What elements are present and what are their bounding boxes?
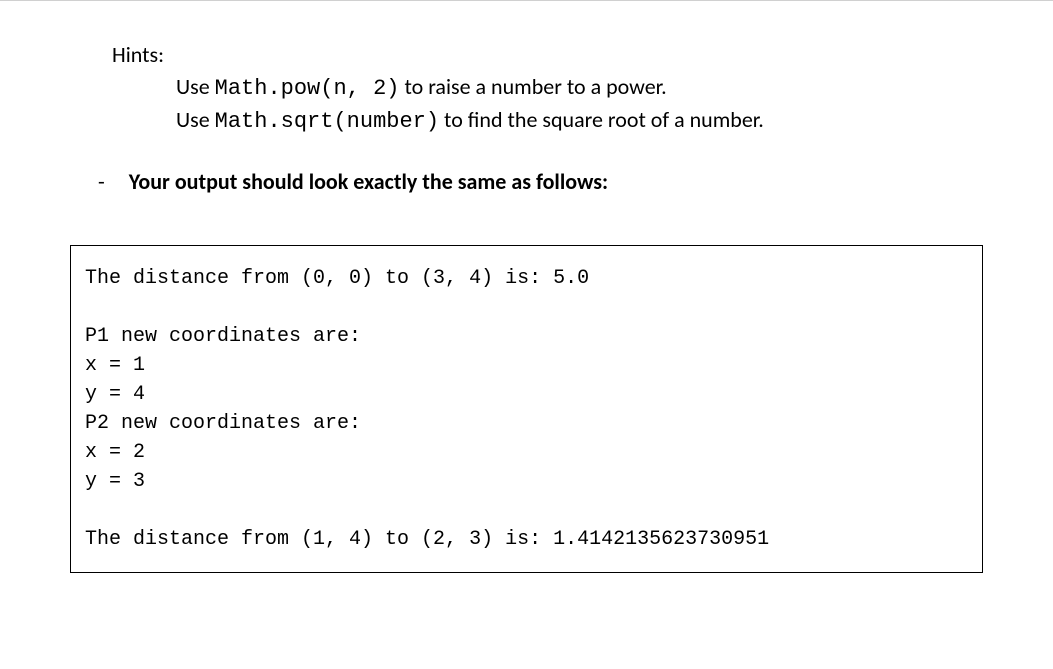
output-line-6: x = 2 <box>85 441 145 464</box>
output-instruction: - Your output should look exactly the sa… <box>98 168 1013 195</box>
hint2-suffix: to find the square root of a number. <box>439 106 764 133</box>
output-line-8: The distance from (1, 4) to (2, 3) is: 1… <box>85 528 769 551</box>
hint1-code: Math.pow(n, 2) <box>215 76 400 101</box>
bullet-dash: - <box>98 168 105 195</box>
hints-title: Hints: <box>112 41 1013 68</box>
hint2-code: Math.sqrt(number) <box>215 109 439 134</box>
output-line-7: y = 3 <box>85 470 145 493</box>
hint-line-2: Use Math.sqrt(number) to find the square… <box>176 105 1013 138</box>
output-box: The distance from (0, 0) to (3, 4) is: 5… <box>70 245 983 573</box>
hints-section: Hints: Use Math.pow(n, 2) to raise a num… <box>112 41 1013 138</box>
output-line-2: P1 new coordinates are: <box>85 325 361 348</box>
output-line-5: P2 new coordinates are: <box>85 412 361 435</box>
top-separator <box>0 0 1053 1</box>
hint-line-1: Use Math.pow(n, 2) to raise a number to … <box>176 72 1013 105</box>
hint2-prefix: Use <box>176 106 215 133</box>
output-line-1: The distance from (0, 0) to (3, 4) is: 5… <box>85 267 589 290</box>
output-line-4: y = 4 <box>85 383 145 406</box>
hint1-suffix: to raise a number to a power. <box>399 73 666 100</box>
hint1-prefix: Use <box>176 73 215 100</box>
document-content: Hints: Use Math.pow(n, 2) to raise a num… <box>0 41 1053 573</box>
output-line-3: x = 1 <box>85 354 145 377</box>
bullet-text: Your output should look exactly the same… <box>129 168 608 195</box>
